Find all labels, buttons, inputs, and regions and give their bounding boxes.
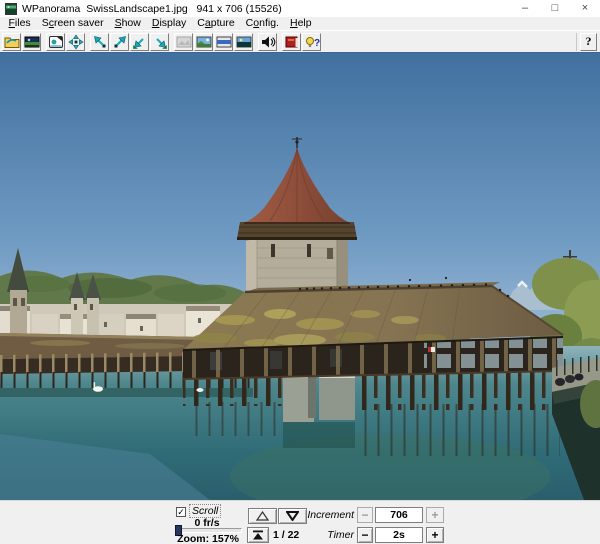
window-title: WPanorama SwissLandscape1.jpg 941 x 706 … bbox=[22, 3, 282, 15]
tips-bulb-icon: ? bbox=[304, 34, 320, 50]
fullscreen-icon bbox=[48, 34, 64, 50]
zoom-value: Zoom: 157% bbox=[170, 533, 246, 544]
help-book-button[interactable] bbox=[282, 33, 301, 51]
increment-label: Increment bbox=[282, 509, 354, 521]
panorama-viewport[interactable] bbox=[0, 52, 600, 500]
minimize-button[interactable]: – bbox=[510, 0, 540, 17]
image-day-button[interactable] bbox=[194, 33, 213, 51]
menu-display[interactable]: Display bbox=[146, 17, 191, 30]
increment-minus-button[interactable]: − bbox=[357, 507, 373, 523]
scroll-4way-button[interactable] bbox=[66, 33, 85, 51]
pan-up-left-icon bbox=[92, 34, 108, 50]
window-controls: – □ × bbox=[510, 0, 600, 17]
pan-down-right-button[interactable] bbox=[150, 33, 169, 51]
panorama-thumbnail-icon bbox=[24, 34, 40, 50]
scroll-up-button[interactable] bbox=[248, 508, 277, 524]
timer-minus-button[interactable]: − bbox=[357, 527, 373, 543]
maximize-button[interactable]: □ bbox=[540, 0, 570, 17]
app-icon bbox=[5, 3, 17, 15]
image-letterbox-button[interactable] bbox=[214, 33, 233, 51]
image-disabled-icon bbox=[176, 34, 192, 50]
image-day-icon bbox=[196, 34, 212, 50]
pan-down-left-button[interactable] bbox=[130, 33, 149, 51]
image-night-icon bbox=[236, 34, 252, 50]
panorama-image[interactable] bbox=[0, 52, 600, 500]
go-to-start-button[interactable] bbox=[247, 527, 269, 543]
tips-bulb-button[interactable]: ? bbox=[302, 33, 321, 51]
svg-text:?: ? bbox=[314, 38, 320, 49]
menu-files[interactable]: Files bbox=[3, 17, 36, 30]
pan-up-left-button[interactable] bbox=[90, 33, 109, 51]
help-button[interactable]: ? bbox=[580, 33, 597, 51]
panorama-thumbnail-button[interactable] bbox=[22, 33, 41, 51]
pan-up-right-icon bbox=[112, 34, 128, 50]
open-folder-icon bbox=[4, 34, 20, 50]
help-book-icon bbox=[284, 34, 300, 50]
image-disabled-button[interactable] bbox=[174, 33, 193, 51]
pan-up-right-button[interactable] bbox=[110, 33, 129, 51]
fullscreen-button[interactable] bbox=[46, 33, 65, 51]
increment-value[interactable]: 706 bbox=[375, 507, 423, 523]
status-bar: ✓ Scroll 0 fr/s Zoom: 157% 1 / 22 Increm… bbox=[0, 500, 600, 544]
stone-piers bbox=[283, 374, 355, 448]
increment-plus-button[interactable]: + bbox=[426, 507, 444, 523]
menu-screen-saver[interactable]: Screen saver bbox=[36, 17, 109, 30]
timer-plus-button[interactable]: + bbox=[426, 527, 444, 543]
image-letterbox-icon bbox=[216, 34, 232, 50]
title-bar: WPanorama SwissLandscape1.jpg 941 x 706 … bbox=[0, 0, 600, 17]
pan-down-right-icon bbox=[152, 34, 168, 50]
menu-capture[interactable]: Capture bbox=[192, 17, 240, 30]
viewport-top-border bbox=[0, 52, 600, 53]
menu-config[interactable]: Config. bbox=[240, 17, 284, 30]
sound-icon bbox=[260, 34, 276, 50]
close-button[interactable]: × bbox=[570, 0, 600, 17]
toolbar: ? ? bbox=[0, 30, 600, 52]
timer-value[interactable]: 2s bbox=[375, 527, 423, 543]
triangle-up-icon bbox=[256, 511, 269, 521]
open-folder-button[interactable] bbox=[2, 33, 21, 51]
pan-down-left-icon bbox=[132, 34, 148, 50]
triangle-top-icon bbox=[252, 530, 264, 540]
scroll-label[interactable]: Scroll bbox=[189, 504, 221, 518]
image-night-button[interactable] bbox=[234, 33, 253, 51]
timer-label: Timer bbox=[282, 529, 354, 541]
sound-button[interactable] bbox=[258, 33, 277, 51]
scroll-4way-icon bbox=[68, 34, 84, 50]
menu-show[interactable]: Show bbox=[109, 17, 146, 30]
menu-help[interactable]: Help bbox=[284, 17, 317, 30]
scroll-checkbox[interactable]: ✓ bbox=[176, 507, 186, 517]
menu-bar: Files Screen saver Show Display Capture … bbox=[0, 17, 600, 30]
toolbar-filler bbox=[322, 33, 577, 51]
